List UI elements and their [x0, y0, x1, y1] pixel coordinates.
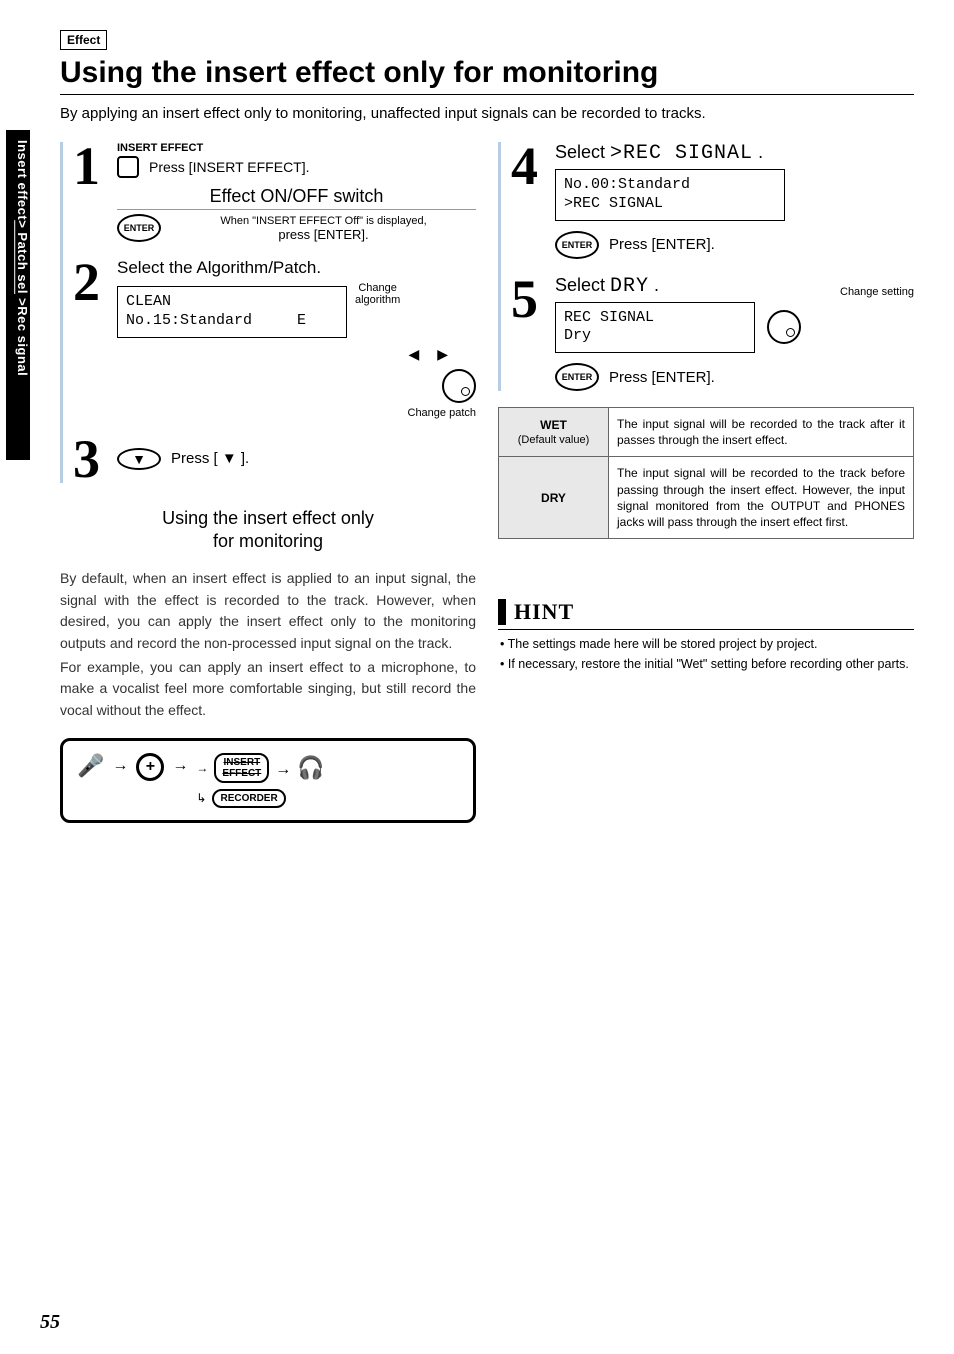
step-1-subtitle: Effect ON/OFF switch: [117, 186, 476, 210]
step-1-tiny1: When "INSERT EFFECT Off" is displayed,: [171, 215, 476, 227]
step-2: 2 Select the Algorithm/Patch. CLEAN No.1…: [73, 258, 476, 419]
step-5-num: 5: [511, 275, 545, 392]
input-jack-icon: +: [136, 753, 164, 781]
dial-icon-2: [767, 310, 801, 344]
signal-flow-diagram: 🎤 → + → → INSERT EFFECT → 🎧 ↳ RECORDER: [60, 738, 476, 823]
side-tab-line1: Insert effect: [15, 140, 30, 220]
wet-desc: The input signal will be recorded to the…: [609, 408, 914, 457]
s4-b: >REC SIGNAL: [610, 142, 753, 165]
insert-effect-label: INSERT EFFECT: [117, 142, 476, 154]
branch-up-icon: →: [196, 761, 208, 775]
note-title-2: for monitoring: [213, 531, 323, 551]
step-3: 3 ▼ Press [ ▼ ].: [73, 435, 476, 484]
change-algorithm-label: Change algorithm: [355, 282, 400, 306]
intro-text: By applying an insert effect only to mon…: [60, 105, 914, 122]
note-p1: By default, when an insert effect is app…: [60, 568, 476, 655]
recorder-box: RECORDER: [212, 789, 285, 808]
side-tab-line2: > Patch sel: [15, 220, 30, 294]
s5-b: DRY: [610, 275, 649, 298]
step-1: 1 INSERT EFFECT Press [INSERT EFFECT]. E…: [73, 142, 476, 242]
dry-header: DRY: [499, 457, 609, 539]
s4-a: Select: [555, 142, 610, 162]
note-p2: For example, you can apply an insert eff…: [60, 657, 476, 722]
step-4: 4 Select >REC SIGNAL . No.00:Standard >R…: [511, 142, 914, 259]
s4-c: .: [753, 142, 763, 162]
arrow-icon-3: →: [275, 757, 291, 779]
step-2-lcd: CLEAN No.15:Standard E: [117, 286, 347, 338]
insert-effect-box: INSERT EFFECT: [214, 753, 269, 783]
step-3-num: 3: [73, 435, 107, 484]
hint-bullet-1: The settings made here will be stored pr…: [510, 636, 914, 654]
hint-block: HINT The settings made here will be stor…: [498, 599, 914, 673]
step-5-lcd: REC SIGNAL Dry: [555, 302, 755, 354]
hint-bullet-2: If necessary, restore the initial "Wet" …: [510, 656, 914, 674]
wet-dry-table: WET (Default value) The input signal wil…: [498, 407, 914, 539]
side-tab-line3: >Rec signal: [15, 294, 30, 376]
page-number: 55: [40, 1311, 60, 1334]
arrow-icon-2: →: [172, 753, 188, 775]
change-setting-label: Change setting: [840, 286, 914, 298]
arrow-icon: →: [112, 753, 128, 775]
step-1-num: 1: [73, 142, 107, 242]
side-tab: Insert effect> Patch sel >Rec signal: [6, 130, 30, 460]
step-1-tiny2: press [ENTER].: [171, 227, 476, 242]
dry-desc: The input signal will be recorded to the…: [609, 457, 914, 539]
title-rule: [60, 94, 914, 95]
hint-title: HINT: [498, 599, 914, 625]
branch-down-icon: ↳: [196, 791, 206, 805]
down-button-icon: ▼: [117, 448, 161, 470]
enter-button-icon-2: ENTER: [555, 231, 599, 259]
step-5-press: Press [ENTER].: [609, 369, 715, 386]
step-2-text: Select the Algorithm/Patch.: [117, 258, 476, 278]
page-title: Using the insert effect only for monitor…: [60, 56, 914, 90]
step-3-text: Press [ ▼ ].: [171, 450, 249, 467]
step-4-lcd: No.00:Standard >REC SIGNAL: [555, 169, 785, 221]
note-box: Using the insert effect only for monitor…: [60, 507, 476, 823]
step-4-num: 4: [511, 142, 545, 259]
wet-header: WET (Default value): [499, 408, 609, 457]
enter-button-icon-3: ENTER: [555, 363, 599, 391]
insert-effect-button-icon: [117, 156, 139, 178]
step-1-text: Press [INSERT EFFECT].: [149, 159, 310, 175]
headphones-icon: 🎧: [297, 755, 324, 781]
hint-rule: [498, 629, 914, 630]
s5-a: Select: [555, 275, 610, 295]
step-4-press: Press [ENTER].: [609, 236, 715, 253]
lr-arrows-icon: ◀▶: [408, 346, 448, 363]
category-box: Effect: [60, 30, 107, 50]
change-patch-label: Change patch: [117, 407, 476, 419]
dial-icon: [442, 369, 476, 403]
mic-icon: 🎤: [77, 753, 104, 779]
note-title-1: Using the insert effect only: [162, 508, 374, 528]
s5-c: .: [649, 275, 659, 295]
step-5: 5 Select DRY . Change setting REC SIGNAL…: [511, 275, 914, 392]
step-2-num: 2: [73, 258, 107, 419]
enter-button-icon: ENTER: [117, 214, 161, 242]
